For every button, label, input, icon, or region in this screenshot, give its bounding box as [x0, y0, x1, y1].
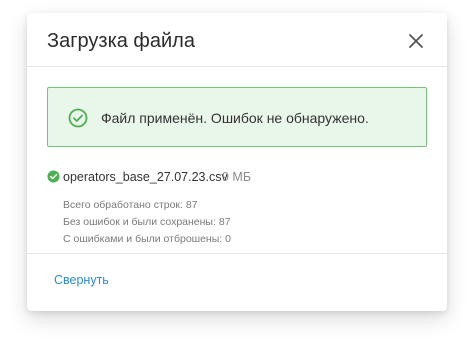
success-message: Файл применён. Ошибок не обнаружено.: [101, 110, 369, 126]
collapse-link[interactable]: Свернуть: [54, 272, 109, 288]
close-button[interactable]: [405, 30, 427, 52]
check-circle-icon: [68, 108, 88, 128]
close-icon: [409, 34, 423, 48]
check-circle-filled-icon: [47, 170, 60, 183]
file-name: operators_base_27.07.23.csv: [63, 170, 228, 184]
dialog-title: Загрузка файла: [47, 30, 195, 52]
file-size: 9 МБ: [222, 170, 252, 184]
footer-divider: [27, 253, 447, 254]
stat-saved-rows: Без ошибок и были сохранены: 87: [63, 216, 231, 228]
screen: Загрузка файла Файл применён. Ошибок не …: [0, 0, 474, 353]
stat-rejected-rows: С ошибками и были отброшены: 0: [63, 233, 231, 245]
dialog-header: Загрузка файла: [27, 13, 447, 67]
stat-total-rows: Всего обработано строк: 87: [63, 199, 198, 211]
upload-dialog: Загрузка файла Файл применён. Ошибок не …: [27, 13, 447, 311]
file-summary: operators_base_27.07.23.csv 9 МБ Всего о…: [47, 168, 427, 248]
success-alert: Файл применён. Ошибок не обнаружено.: [47, 87, 427, 147]
